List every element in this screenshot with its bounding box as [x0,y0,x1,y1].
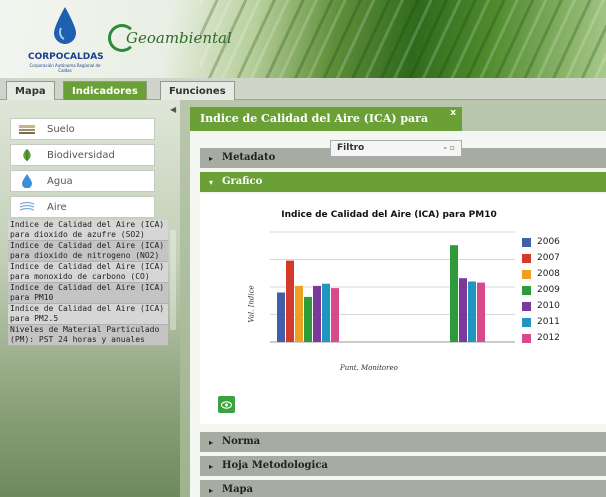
collapse-arrow-icon[interactable]: ◀ [170,105,176,114]
indicator-item-pm25[interactable]: Indice de Calidad del Aire (ICA) para PM… [8,304,168,325]
legend-item-2011[interactable]: 2011 [522,314,560,330]
legend-label: 2012 [537,333,560,343]
legend-label: 2007 [537,253,560,263]
indicator-item-co[interactable]: Indice de Calidad del Aire (ICA) para mo… [8,262,168,283]
legend-label: 2009 [537,285,560,295]
water-drop-logo-icon [54,7,76,44]
indicator-item-so2[interactable]: Indice de Calidad del Aire (ICA) para di… [8,220,168,241]
corpocaldas-logo: CORPOCALDAS Corporación Autónoma Regiona… [28,6,104,73]
geo-logo-text: Geoambiental [126,29,232,47]
legend-item-2008[interactable]: 2008 [522,266,560,282]
document-tab[interactable]: Indice de Calidad del Aire (ICA) para PM… [190,107,462,149]
legend-swatch [522,269,531,279]
chart-legend: 2006 2007 2008 2009 2010 2011 2012 [522,234,560,346]
legend-label: 2008 [537,269,560,279]
section-grafico[interactable]: ▾ Grafico [200,172,606,192]
wind-icon [19,200,35,214]
chevron-right-icon: ▸ [209,437,214,447]
chevron-right-icon: ▸ [209,485,214,495]
chevron-right-icon: ▸ [209,461,214,471]
indicator-list: Indice de Calidad del Aire (ICA) para di… [8,220,168,346]
category-suelo[interactable]: Suelo [10,118,155,140]
indicator-item-pm10[interactable]: Indice de Calidad del Aire (ICA) para PM… [8,283,168,304]
section-label: Mapa [222,484,254,495]
chevron-down-icon: ▾ [209,177,214,187]
legend-swatch [522,301,531,311]
category-agua[interactable]: Agua [10,170,155,192]
section-label: Metadato [222,152,276,163]
tab-funciones[interactable]: Funciones [160,81,235,100]
tab-indicadores[interactable]: Indicadores [63,81,147,100]
section-norma[interactable]: ▸ Norma [200,432,606,452]
legend-item-2009[interactable]: 2009 [522,282,560,298]
indicator-item-pst[interactable]: Niveles de Material Particulado (PM): PS… [8,325,168,346]
legend-swatch [522,285,531,295]
legend-swatch [522,333,531,343]
main-tab-bar: Mapa Indicadores Funciones [0,78,606,100]
geoambiental-logo: Geoambiental [108,22,232,54]
filter-window[interactable]: Filtro - ▫ [330,140,462,157]
legend-label: 2011 [537,317,560,327]
section-label: Grafico [222,176,263,187]
view-eye-button[interactable] [218,396,235,413]
section-mapa[interactable]: ▸ Mapa [200,480,606,497]
legend-item-2012[interactable]: 2012 [522,330,560,346]
category-aire[interactable]: Aire [10,196,155,218]
legend-item-2010[interactable]: 2010 [522,298,560,314]
legend-swatch [522,253,531,263]
window-controls-icon[interactable]: - ▫ [443,140,455,155]
soil-icon [19,122,35,136]
corp-logo-text: CORPOCALDAS [28,52,104,62]
chevron-right-icon: ▸ [209,153,214,163]
leaf-icon [19,148,35,162]
category-label: Aire [47,201,67,213]
close-tab-icon[interactable]: x [450,101,456,125]
app-header: CORPOCALDAS Corporación Autónoma Regiona… [0,0,606,78]
eye-icon [221,400,232,409]
sidebar-scrollbar[interactable] [170,230,176,330]
legend-label: 2006 [537,237,560,247]
water-drop-icon [19,174,35,188]
chart-y-axis-label: Val. Indice [247,285,256,323]
legend-swatch [522,237,531,247]
chart-title: Indice de Calidad del Aire (ICA) para PM… [281,210,497,220]
category-label: Agua [47,175,73,187]
tab-mapa[interactable]: Mapa [6,81,55,100]
section-label: Norma [222,436,261,447]
category-biodiversidad[interactable]: Biodiversidad [10,144,155,166]
legend-swatch [522,317,531,327]
filter-title: Filtro [337,143,365,153]
legend-item-2007[interactable]: 2007 [522,250,560,266]
header-leaf-banner [200,0,606,78]
indicator-item-no2[interactable]: Indice de Calidad del Aire (ICA) para di… [8,241,168,262]
section-label: Hoja Metodologica [222,460,328,471]
category-label: Suelo [47,123,75,135]
chart-x-axis-label: Punt. Monitoreo [340,364,398,372]
geo-logo-ring-icon [108,24,136,52]
category-label: Biodiversidad [47,149,115,161]
legend-item-2006[interactable]: 2006 [522,234,560,250]
section-hoja-metodologica[interactable]: ▸ Hoja Metodologica [200,456,606,476]
corp-logo-tagline: Corporación Autónoma Regional de Caldas [29,63,101,73]
legend-label: 2010 [537,301,560,311]
